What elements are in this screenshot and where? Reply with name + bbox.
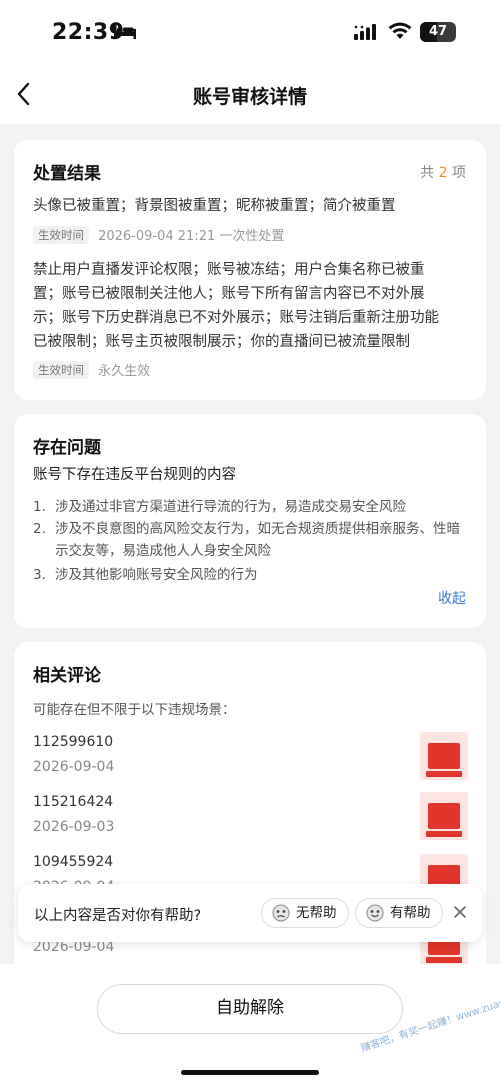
result-card: 处置结果 共 2 项 头像已被重置；背景图被重置；昵称被重置；简介被重置 生效时… [14, 140, 486, 400]
issue-item: 2. 涉及不良意图的高风险交友行为，如无合规资质提供相亲服务、性暗 示交友等，易… [33, 518, 468, 562]
issue-item: 1. 涉及通过非官方渠道进行导流的行为，易造成交易安全风险 [33, 496, 468, 518]
cellular-signal-icon [354, 24, 376, 40]
scenario-note: 可能存在但不限于以下违规场景： [33, 702, 236, 718]
issues-card-title: 存在问题 [33, 438, 101, 458]
sad-face-icon [272, 904, 290, 922]
issues-subtitle: 账号下存在违反平台规则的内容 [33, 467, 236, 483]
helpful-button[interactable]: 有帮助 [355, 898, 443, 928]
effective-time-value: 永久生效 [98, 364, 151, 379]
count-number: 2 [438, 165, 448, 181]
issue-line: 涉及不良意图的高风险交友行为，如无合规资质提供相亲服务、性暗 [55, 521, 460, 537]
issue-line: 涉及通过非官方渠道进行导流的行为，易造成交易安全风险 [55, 499, 406, 515]
issue-number: 3. [33, 567, 46, 583]
not-helpful-label: 无帮助 [296, 905, 337, 921]
issue-number: 1. [33, 499, 46, 515]
page-title: 账号审核详情 [192, 86, 307, 108]
thumbnail-red-bar [426, 771, 462, 777]
result-item-2-line: 置；账号已被限制关注他人；账号下所有留言内容已不对外展 [33, 286, 425, 302]
status-bar: 22:39 47 [0, 0, 500, 62]
home-indicator [181, 1070, 319, 1075]
result-item-2-line: 已被限制；账号主页被限制展示；你的直播间已被流量限制 [33, 334, 410, 350]
comment-id[interactable]: 109455924 [33, 854, 113, 870]
effective-time-tag: 生效时间 [33, 225, 89, 244]
issue-line: 涉及其他影响账号安全风险的行为 [55, 567, 258, 583]
effective-time-tag: 生效时间 [33, 360, 89, 379]
helpful-label: 有帮助 [390, 905, 431, 921]
comment-thumbnail[interactable] [420, 732, 468, 780]
wifi-icon [388, 22, 412, 39]
comment-id[interactable]: 115216424 [33, 794, 113, 810]
battery-indicator: 47 [420, 22, 456, 42]
thumbnail-red-bar [426, 831, 462, 837]
comment-thumbnail[interactable] [420, 792, 468, 840]
result-card-title: 处置结果 [33, 164, 101, 184]
thumbnail-red-box [428, 803, 460, 829]
issue-item: 3. 涉及其他影响账号安全风险的行为 [33, 564, 468, 586]
thumbnail-red-box [428, 743, 460, 769]
comment-date: 2026-09-04 [33, 759, 115, 775]
feedback-question: 以上内容是否对你有帮助? [34, 908, 202, 924]
result-item-1-effective: 生效时间 2026-09-04 21:21 一次性处置 [33, 224, 284, 244]
feedback-bar: 以上内容是否对你有帮助? 无帮助 有帮助 [18, 884, 482, 942]
not-helpful-button[interactable]: 无帮助 [261, 898, 349, 928]
issue-line: 示交友等，易造成他人人身安全风险 [55, 543, 271, 559]
issue-number: 2. [33, 521, 46, 537]
self-unlock-button[interactable]: 自助解除 [97, 984, 403, 1034]
comments-card-title: 相关评论 [33, 666, 101, 686]
comment-id[interactable]: 112599610 [33, 734, 113, 750]
issues-card: 存在问题 账号下存在违反平台规则的内容 1. 涉及通过非官方渠道进行导流的行为，… [14, 414, 486, 628]
comment-date: 2026-09-03 [33, 819, 115, 835]
sleep-mode-icon [114, 25, 136, 39]
result-item-1-text: 头像已被重置；背景图被重置；昵称被重置；简介被重置 [33, 198, 396, 214]
thumbnail-red-bar [426, 957, 462, 963]
happy-face-icon [366, 904, 384, 922]
battery-percent: 47 [428, 24, 448, 39]
count-suffix: 项 [452, 165, 466, 181]
result-item-2-line: 禁止用户直播发评论权限；账号被冻结；用户合集名称已被重 [33, 262, 425, 278]
close-icon[interactable] [452, 904, 468, 920]
result-item-2-effective: 生效时间 永久生效 [33, 359, 150, 379]
count-prefix: 共 [420, 165, 435, 181]
collapse-link[interactable]: 收起 [438, 588, 466, 608]
result-count: 共 2 项 [420, 162, 466, 182]
navigation-bar: 账号审核详情 [0, 62, 500, 124]
effective-time-value: 2026-09-04 21:21 一次性处置 [98, 229, 285, 244]
result-item-2-text: 禁止用户直播发评论权限；账号被冻结；用户合集名称已被重 置；账号已被限制关注他人… [33, 258, 468, 354]
result-item-2-line: 示；账号下历史群消息已不对外展示；账号注销后重新注册功能 [33, 310, 439, 326]
